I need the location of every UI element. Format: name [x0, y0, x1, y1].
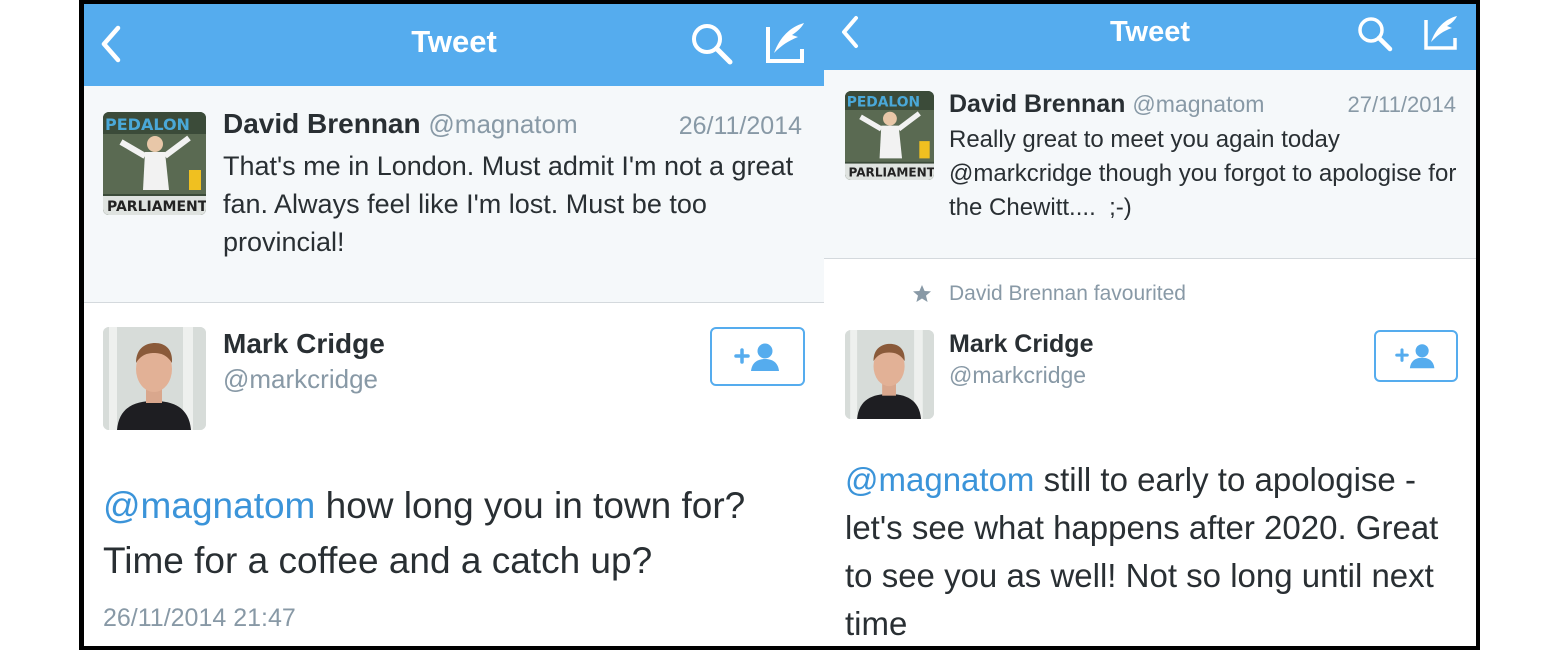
- compose-button[interactable]: [764, 19, 808, 65]
- tweet-screen-right: Tweet PEDALON PARLIAMENT David Brennan @…: [824, 4, 1476, 646]
- search-icon: [692, 24, 733, 65]
- avatar-david-brennan[interactable]: PEDALON PARLIAMENT: [103, 112, 206, 215]
- author-name[interactable]: Mark Cridge: [949, 330, 1093, 359]
- favourited-by[interactable]: David Brennan favourited: [949, 282, 1186, 306]
- quoted-date: 26/11/2014: [678, 112, 802, 140]
- quoted-author-handle: @magnatom: [428, 109, 578, 139]
- compose-icon: [766, 23, 804, 63]
- author-handle: @markcridge: [223, 364, 378, 394]
- quoted-author-name: David Brennan: [223, 108, 421, 139]
- svg-text:PARLIAMENT: PARLIAMENT: [848, 166, 934, 180]
- quoted-author-name: David Brennan: [949, 90, 1126, 118]
- follow-button[interactable]: [1374, 330, 1458, 382]
- search-button[interactable]: [690, 22, 734, 66]
- tweet-text: @magnatom still to early to apologise - …: [845, 456, 1470, 646]
- compose-button[interactable]: [1422, 12, 1460, 52]
- svg-text:PEDALON: PEDALON: [847, 95, 920, 111]
- quoted-date: 27/11/2014: [1347, 92, 1456, 117]
- author-handle: @markcridge: [949, 362, 1087, 388]
- star-icon: [913, 285, 931, 302]
- tweet-text: @magnatom how long you in town for? Time…: [103, 478, 813, 588]
- tweet-mention[interactable]: @magnatom: [103, 485, 315, 526]
- nav-bar: Tweet: [84, 4, 824, 86]
- quoted-text: Really great to meet you again today @ma…: [949, 126, 1463, 221]
- quoted-text: That's me in London. Must admit I'm not …: [223, 151, 794, 257]
- author-name[interactable]: Mark Cridge: [223, 328, 385, 360]
- tweet-screen-left: Tweet PEDALON PARLIAMENT David Brennan @…: [84, 4, 824, 646]
- search-button[interactable]: [1356, 15, 1394, 53]
- follow-icon: [733, 343, 779, 371]
- quoted-author[interactable]: David Brennan @magnatom: [949, 90, 1264, 119]
- svg-text:PARLIAMENT: PARLIAMENT: [107, 199, 206, 215]
- tweet-timestamp: 26/11/2014 21:47: [103, 604, 296, 632]
- avatar-david-brennan[interactable]: PEDALON PARLIAMENT: [845, 91, 934, 180]
- nav-bar: Tweet: [824, 4, 1476, 70]
- follow-button[interactable]: [710, 327, 805, 386]
- search-icon: [1358, 17, 1393, 52]
- compose-icon: [1424, 16, 1457, 50]
- svg-text:PEDALON: PEDALON: [105, 115, 190, 134]
- tweet-mention[interactable]: @magnatom: [845, 461, 1034, 498]
- avatar-mark-cridge[interactable]: [845, 330, 934, 419]
- avatar-mark-cridge[interactable]: [103, 327, 206, 430]
- follow-icon: [1395, 344, 1435, 369]
- quoted-author[interactable]: David Brennan @magnatom: [223, 108, 578, 140]
- quoted-author-handle: @magnatom: [1132, 91, 1265, 117]
